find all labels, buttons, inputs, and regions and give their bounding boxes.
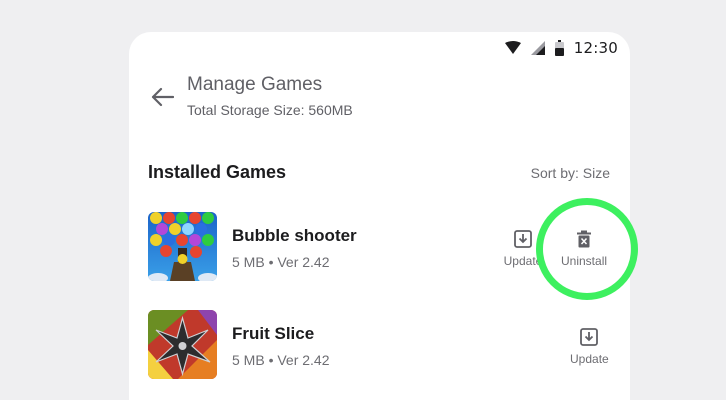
update-button[interactable]: Update bbox=[570, 328, 609, 366]
download-icon bbox=[514, 230, 532, 248]
uninstall-button[interactable]: Uninstall bbox=[561, 230, 607, 268]
header: Manage Games Total Storage Size: 560MB bbox=[129, 72, 630, 128]
game-title: Bubble shooter bbox=[232, 226, 357, 245]
update-label: Update bbox=[570, 352, 609, 366]
update-button[interactable]: Update bbox=[503, 230, 543, 268]
storage-size-text: Total Storage Size: 560MB bbox=[187, 102, 353, 118]
game-meta: 5 MB • Ver 2.42 bbox=[232, 254, 330, 270]
bubble-shooter-thumbnail bbox=[148, 212, 217, 281]
status-bar: 12:30 bbox=[504, 37, 618, 59]
status-time: 12:30 bbox=[573, 39, 618, 57]
back-arrow-icon bbox=[151, 87, 174, 107]
game-row-bubble-shooter[interactable]: Bubble shooter 5 MB • Ver 2.42 Update Un… bbox=[129, 212, 630, 284]
installed-games-heading: Installed Games bbox=[148, 162, 287, 182]
download-icon bbox=[580, 328, 599, 346]
battery-icon bbox=[554, 40, 564, 56]
sort-dropdown[interactable]: Sort by: Size bbox=[531, 165, 610, 181]
game-title: Fruit Slice bbox=[232, 324, 315, 343]
game-row-fruit-slice[interactable]: Fruit Slice 5 MB • Ver 2.42 Update bbox=[129, 310, 630, 382]
fruit-slice-thumbnail bbox=[148, 310, 217, 379]
signal-icon bbox=[530, 41, 545, 55]
wifi-icon bbox=[504, 41, 521, 55]
uninstall-label: Uninstall bbox=[561, 254, 608, 268]
page-title: Manage Games bbox=[187, 74, 323, 95]
phone-screen: 12:30 Manage Games Total Storage Size: 5… bbox=[129, 32, 630, 400]
game-meta: 5 MB • Ver 2.42 bbox=[232, 352, 330, 368]
back-button[interactable] bbox=[145, 80, 179, 114]
update-label: Update bbox=[503, 254, 543, 268]
trash-icon bbox=[577, 230, 592, 248]
